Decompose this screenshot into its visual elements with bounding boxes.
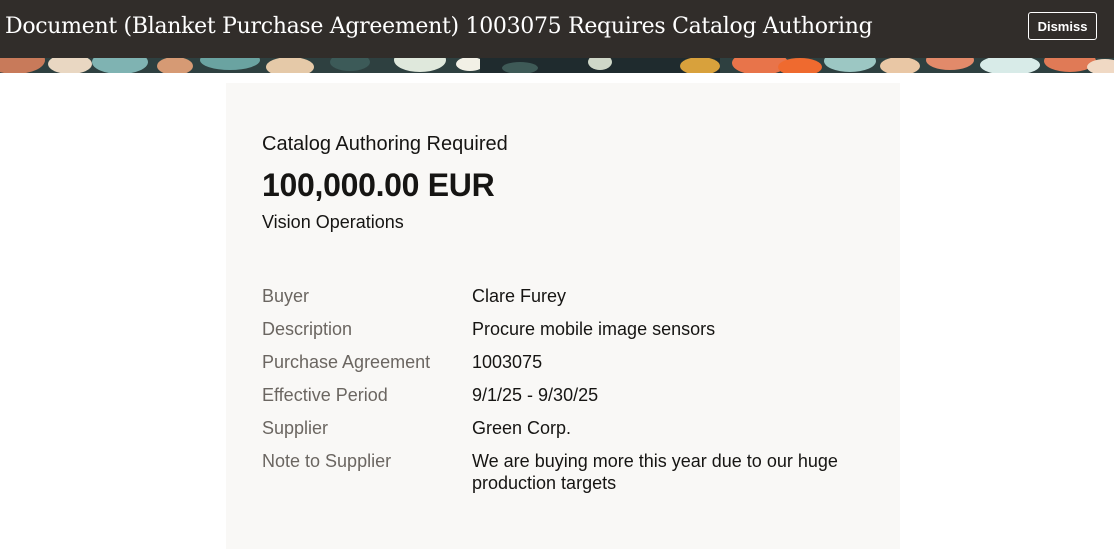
detail-label: Note to Supplier [262,451,392,471]
detail-row-purchase-agreement: Purchase Agreement 1003075 [262,351,872,373]
detail-row-buyer: Buyer Clare Furey [262,285,872,307]
detail-label: Purchase Agreement [262,352,431,372]
notification-card: Catalog Authoring Required 100,000.00 EU… [226,83,900,549]
dismiss-button[interactable]: Dismiss [1028,12,1097,40]
card-subtitle: Catalog Authoring Required [262,133,508,155]
detail-value: 1003075 [472,352,543,372]
detail-row-note-to-supplier: Note to Supplier We are buying more this… [262,450,872,494]
organization-name: Vision Operations [262,212,404,232]
decorative-banner [0,58,1114,73]
detail-label: Effective Period [262,385,388,405]
detail-value: Green Corp. [472,418,572,438]
detail-value: 9/1/25 - 9/30/25 [472,385,599,405]
detail-label: Description [262,319,353,339]
detail-value: We are buying more this year due to our … [472,451,838,493]
details-list: Buyer Clare Furey Description Procure mo… [262,285,872,505]
amount-value: 100,000.00 EUR [262,167,495,203]
page-title: Document (Blanket Purchase Agreement) 10… [5,14,873,39]
header-bar: Document (Blanket Purchase Agreement) 10… [0,0,1114,58]
detail-row-description: Description Procure mobile image sensors [262,318,872,340]
detail-label: Supplier [262,418,329,438]
detail-row-supplier: Supplier Green Corp. [262,417,872,439]
detail-value: Clare Furey [472,286,567,306]
detail-row-effective-period: Effective Period 9/1/25 - 9/30/25 [262,384,872,406]
detail-label: Buyer [262,286,310,306]
detail-value: Procure mobile image sensors [472,319,716,339]
